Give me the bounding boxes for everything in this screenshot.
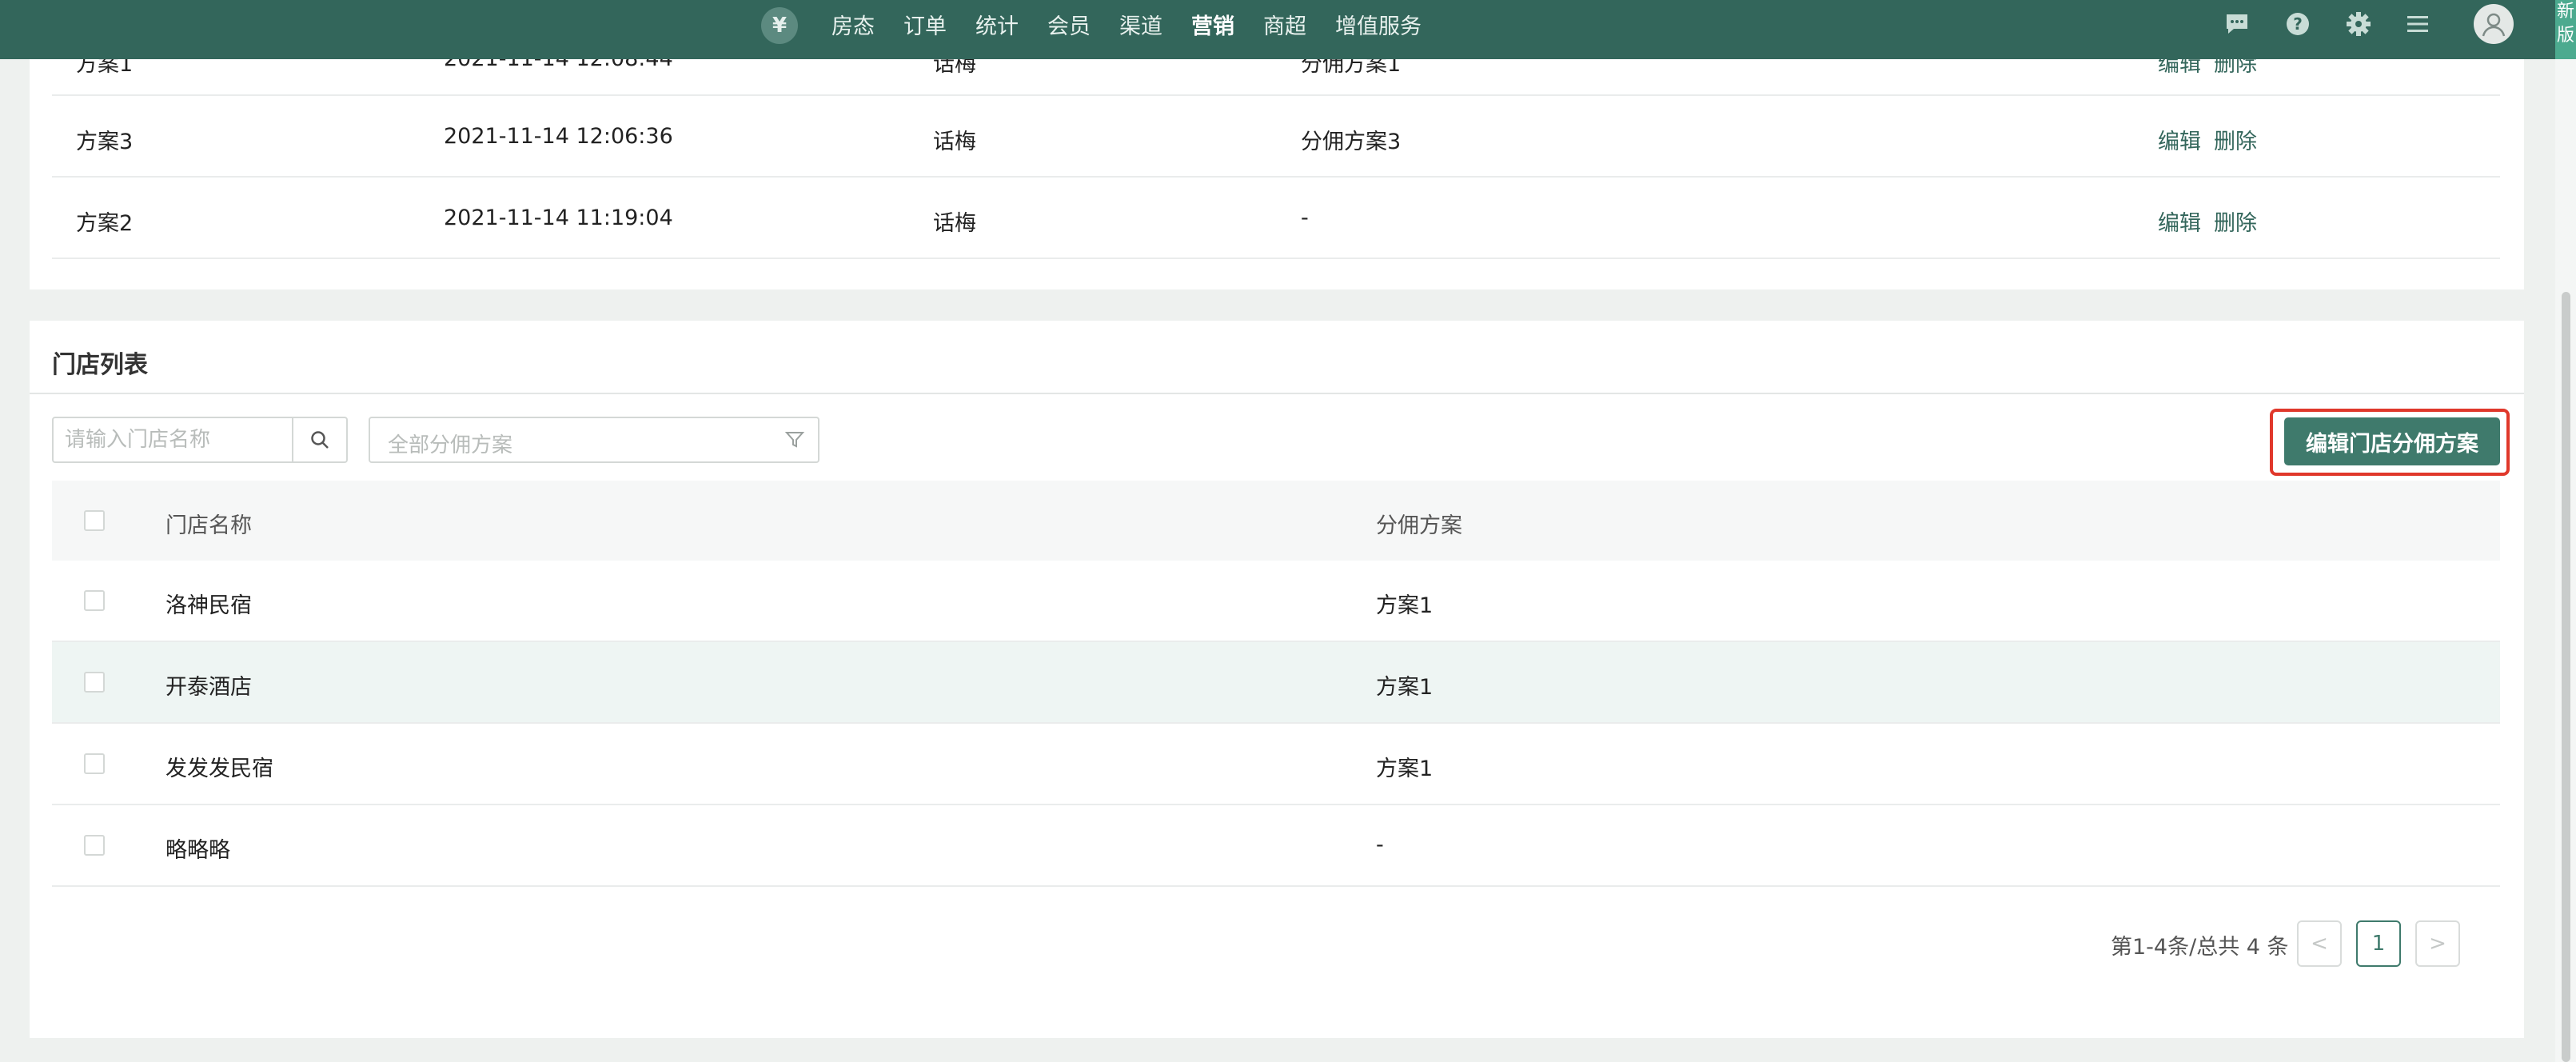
nav-item-members[interactable]: 会员 bbox=[1047, 9, 1091, 40]
store-name: 洛神民宿 bbox=[165, 593, 252, 618]
row-checkbox[interactable] bbox=[84, 753, 105, 774]
nav-item-supermarket[interactable]: 商超 bbox=[1263, 9, 1306, 40]
store-commission-plan: - bbox=[1376, 832, 1384, 857]
chevron-left-icon: < bbox=[2311, 932, 2328, 956]
store-list-card: 门店列表 全部分佣方案 编辑门店分佣方案 门店名称 分佣方案 洛神民宿 方案1 … bbox=[30, 321, 2524, 1038]
page-number-button[interactable]: 1 bbox=[2356, 920, 2401, 967]
filter-placeholder: 全部分佣方案 bbox=[388, 433, 513, 457]
yen-logo-icon[interactable]: ¥ bbox=[761, 7, 798, 44]
main-nav: 房态 订单 统计 会员 渠道 营销 商超 增值服务 bbox=[831, 0, 1450, 48]
commission-plan-filter-select[interactable]: 全部分佣方案 bbox=[369, 417, 819, 463]
table-row[interactable]: 洛神民宿 方案1 bbox=[52, 561, 2500, 641]
store-commission-plan: 方案1 bbox=[1376, 675, 1434, 700]
plan-description: - bbox=[1301, 206, 1309, 230]
menu-icon[interactable] bbox=[2403, 10, 2432, 38]
row-checkbox[interactable] bbox=[84, 835, 105, 856]
store-name: 发发发民宿 bbox=[165, 757, 273, 781]
plan-name: 方案2 bbox=[76, 211, 134, 236]
row-checkbox[interactable] bbox=[84, 590, 105, 611]
edit-plan-link[interactable]: 编辑 bbox=[2158, 124, 2201, 155]
store-commission-plan: 方案1 bbox=[1376, 593, 1434, 618]
user-avatar-icon[interactable] bbox=[2474, 4, 2514, 44]
edit-plan-link[interactable]: 编辑 bbox=[2158, 206, 2201, 237]
plan-created-time: 2021-11-14 12:06:36 bbox=[444, 124, 673, 149]
nav-item-room-status[interactable]: 房态 bbox=[831, 9, 875, 40]
plan-created-time: 2021-11-14 11:19:04 bbox=[444, 206, 673, 230]
pagination-summary: 第1-4条/总共 4 条 bbox=[2111, 935, 2289, 960]
plan-description: 分佣方案3 bbox=[1301, 130, 1402, 154]
store-name-search-input[interactable] bbox=[52, 417, 293, 463]
next-page-button[interactable]: > bbox=[2415, 920, 2460, 967]
nav-item-statistics[interactable]: 统计 bbox=[975, 9, 1019, 40]
gear-icon[interactable] bbox=[2344, 10, 2373, 38]
row-divider bbox=[52, 258, 2500, 259]
nav-item-channels[interactable]: 渠道 bbox=[1119, 9, 1162, 40]
nav-item-value-added-services[interactable]: 增值服务 bbox=[1335, 9, 1422, 40]
filter-icon bbox=[784, 432, 805, 448]
nav-item-marketing[interactable]: 营销 bbox=[1191, 9, 1234, 40]
top-navigation-bar: ¥ 房态 订单 统计 会员 渠道 营销 商超 增值服务 ? bbox=[0, 0, 2555, 59]
search-icon bbox=[311, 431, 329, 449]
previous-page-button[interactable]: < bbox=[2297, 920, 2342, 967]
row-divider bbox=[52, 885, 2500, 887]
delete-plan-link[interactable]: 删除 bbox=[2214, 124, 2257, 155]
column-header-commission-plan: 分佣方案 bbox=[1376, 513, 1462, 538]
nav-item-orders[interactable]: 订单 bbox=[903, 9, 947, 40]
plan-creator: 话梅 bbox=[933, 130, 976, 154]
select-all-checkbox[interactable] bbox=[84, 510, 105, 531]
table-row[interactable]: 开泰酒店 方案1 bbox=[52, 642, 2500, 722]
delete-plan-link[interactable]: 删除 bbox=[2214, 206, 2257, 237]
store-name: 开泰酒店 bbox=[165, 675, 252, 700]
svg-text:?: ? bbox=[2293, 14, 2303, 34]
search-button[interactable] bbox=[292, 417, 348, 463]
row-divider bbox=[52, 94, 2500, 96]
plan-name: 方案3 bbox=[76, 130, 134, 154]
column-header-store-name: 门店名称 bbox=[165, 513, 252, 538]
row-divider bbox=[52, 176, 2500, 178]
new-version-badge[interactable]: 新版 bbox=[2555, 0, 2576, 59]
chevron-right-icon: > bbox=[2429, 932, 2446, 956]
section-divider bbox=[30, 393, 2524, 394]
edit-store-commission-button[interactable]: 编辑门店分佣方案 bbox=[2284, 417, 2500, 465]
table-row[interactable]: 略略略 - bbox=[52, 805, 2500, 885]
store-list-title: 门店列表 bbox=[52, 351, 148, 379]
page-scrollbar-thumb[interactable] bbox=[2562, 292, 2570, 1062]
store-commission-plan: 方案1 bbox=[1376, 757, 1434, 781]
help-icon[interactable]: ? bbox=[2283, 10, 2312, 38]
row-checkbox[interactable] bbox=[84, 672, 105, 693]
table-row[interactable]: 发发发民宿 方案1 bbox=[52, 724, 2500, 804]
plan-creator: 话梅 bbox=[933, 211, 976, 236]
store-name: 略略略 bbox=[165, 838, 230, 863]
message-icon[interactable] bbox=[2223, 10, 2251, 38]
store-table-header: 门店名称 分佣方案 bbox=[52, 481, 2500, 561]
